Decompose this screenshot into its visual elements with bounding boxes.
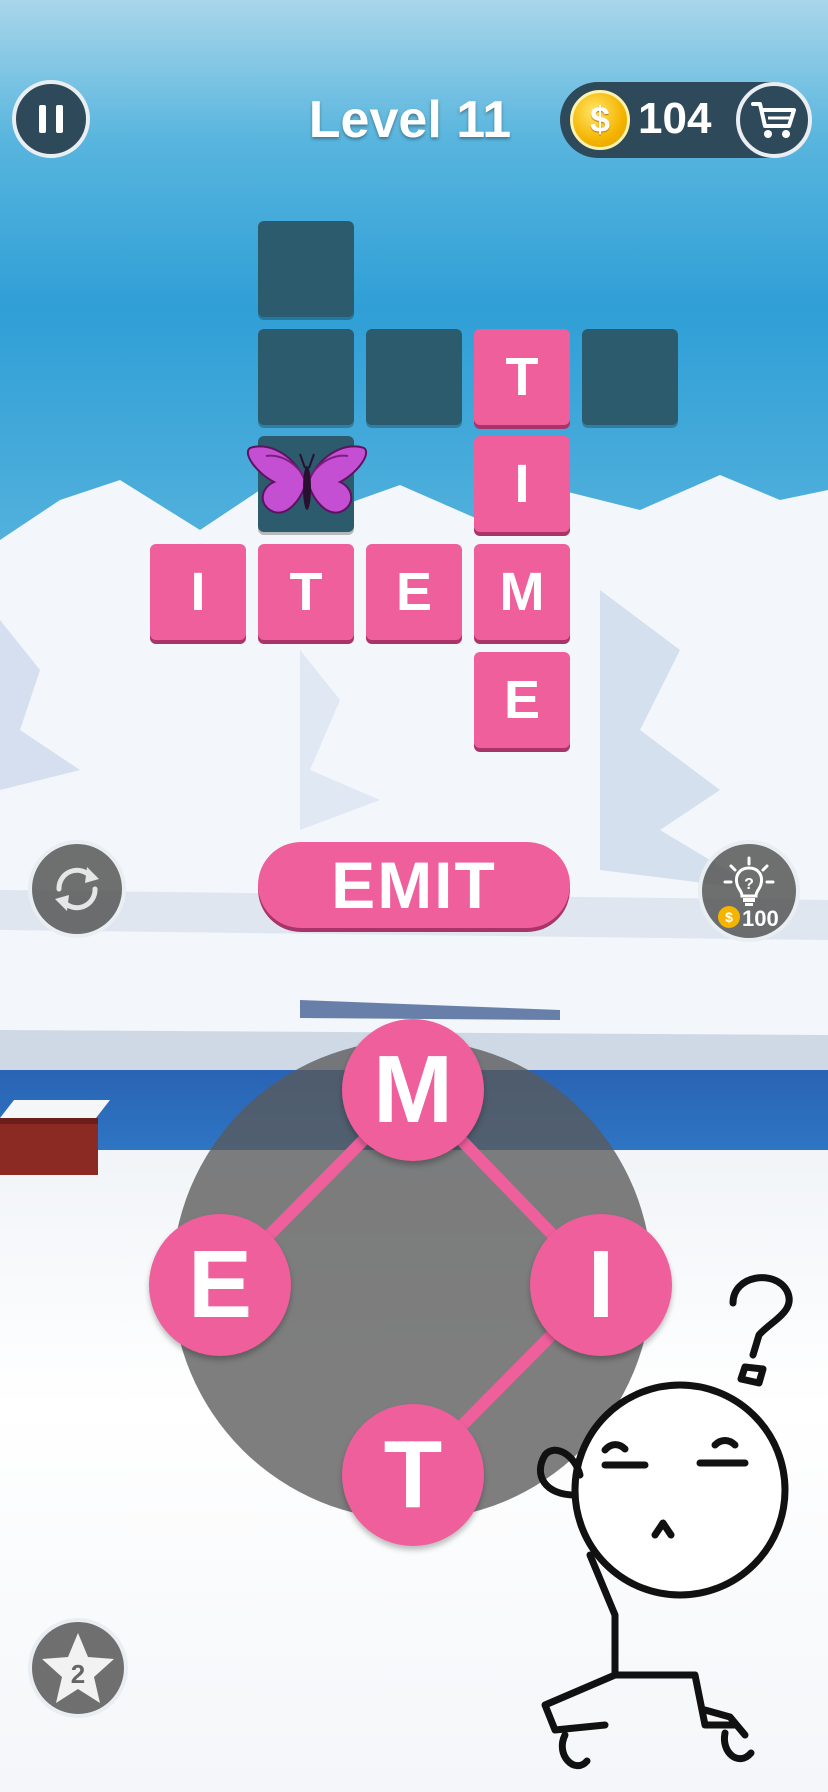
star-icon: 2 bbox=[42, 1633, 114, 1703]
pause-icon bbox=[34, 105, 68, 133]
game-screen: Level 11 $ 104 T I I T E M E EMIT ? $ 10… bbox=[0, 0, 828, 1792]
pause-button[interactable] bbox=[12, 80, 90, 158]
hint-cost: 100 bbox=[742, 906, 779, 931]
coin-count: 104 bbox=[638, 94, 712, 143]
wheel-letter[interactable]: M bbox=[342, 1019, 484, 1161]
shopping-cart-icon bbox=[751, 102, 796, 138]
coin-icon: $ bbox=[718, 906, 740, 928]
board-tile: I bbox=[150, 544, 246, 640]
current-word-display: EMIT bbox=[258, 842, 570, 928]
lightbulb-hint-icon: ? bbox=[723, 856, 775, 906]
board-tile: E bbox=[366, 544, 462, 640]
thinking-stickman-icon bbox=[536, 1274, 793, 1770]
bonus-star-button[interactable]: 2 bbox=[28, 1618, 128, 1718]
shuffle-button[interactable] bbox=[28, 840, 126, 938]
wheel-letter[interactable]: T bbox=[342, 1404, 484, 1546]
shuffle-icon bbox=[55, 867, 99, 911]
board-tile bbox=[582, 329, 678, 425]
board-tile: I bbox=[474, 436, 570, 532]
board-tile: M bbox=[474, 544, 570, 640]
wheel-letter[interactable]: E bbox=[149, 1214, 291, 1356]
board-tile bbox=[258, 329, 354, 425]
butterfly-icon[interactable] bbox=[244, 440, 370, 528]
red-cabin-icon bbox=[0, 1100, 110, 1175]
shop-button[interactable] bbox=[736, 82, 812, 158]
board-tile bbox=[366, 329, 462, 425]
board-tile: T bbox=[474, 329, 570, 425]
board-tile: T bbox=[258, 544, 354, 640]
coin-icon: $ bbox=[570, 90, 630, 150]
star-count: 2 bbox=[71, 1659, 85, 1689]
board-tile: E bbox=[474, 652, 570, 748]
level-title: Level 11 bbox=[308, 91, 512, 149]
svg-text:?: ? bbox=[744, 876, 754, 893]
board-tile bbox=[258, 221, 354, 317]
